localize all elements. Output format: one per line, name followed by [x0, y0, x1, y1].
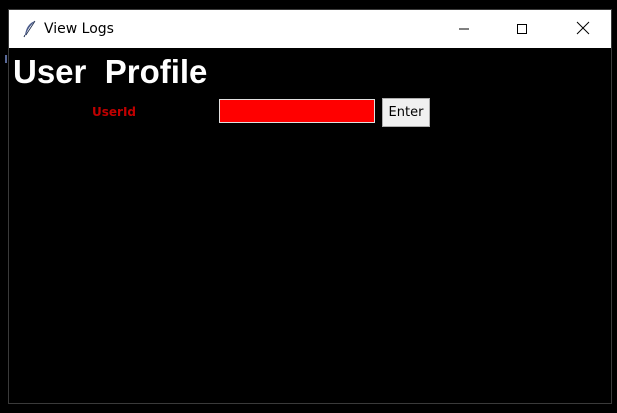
userid-label: UserId	[92, 105, 136, 119]
feather-icon	[23, 20, 37, 38]
enter-button[interactable]: Enter	[382, 98, 430, 127]
userid-input[interactable]	[219, 99, 375, 123]
background-window-edge	[5, 55, 7, 63]
maximize-button[interactable]	[493, 10, 551, 48]
app-window: View Logs User Profile UserId Enter	[8, 9, 612, 404]
window-title: View Logs	[44, 21, 114, 37]
main-content: User Profile UserId Enter	[9, 48, 611, 403]
minimize-icon	[458, 20, 470, 39]
close-button[interactable]	[554, 10, 611, 48]
page-title: User Profile	[13, 53, 208, 90]
close-icon	[576, 20, 590, 39]
title-bar[interactable]: View Logs	[9, 10, 611, 48]
desktop: View Logs User Profile UserId Enter	[0, 0, 617, 413]
maximize-icon	[516, 20, 528, 39]
minimize-button[interactable]	[435, 10, 493, 48]
